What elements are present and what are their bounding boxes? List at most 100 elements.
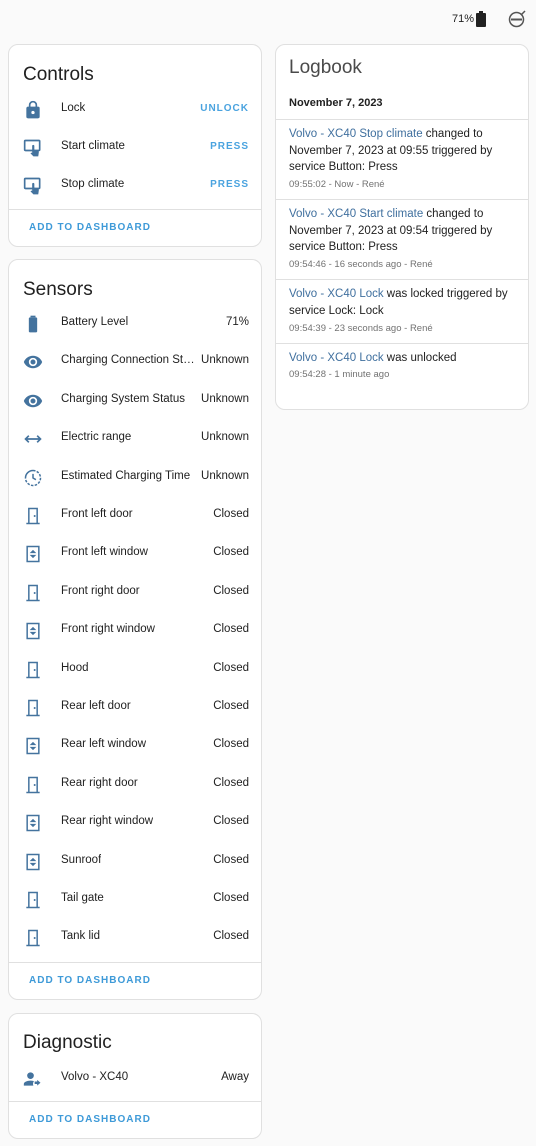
sensor-label: Sunroof [61, 853, 102, 866]
diagnostic-label: Volvo - XC40 [61, 1071, 129, 1083]
stop-climate-press-button[interactable]: PRESS [210, 179, 249, 190]
top-bar: 71% [0, 0, 536, 40]
sensor-row[interactable]: Front left door Closed [9, 497, 261, 535]
volvo-logo-icon[interactable] [508, 10, 526, 28]
add-to-dashboard-button[interactable]: ADD TO DASHBOARD [29, 1114, 151, 1125]
sensor-row[interactable]: Front left window Closed [9, 535, 261, 573]
sensor-value: Unknown [201, 354, 249, 367]
window-icon [23, 544, 43, 564]
sensor-label: Tank lid [61, 930, 100, 943]
logbook-entry-text: Volvo - XC40 Lock was unlocked [289, 350, 514, 367]
diagnostic-row-device-tracker[interactable]: Volvo - XC40 Away [9, 1060, 261, 1098]
sensor-value: 71% [225, 316, 249, 328]
sensors-title: Sensors [23, 279, 93, 300]
sensor-value: Unknown [201, 392, 249, 405]
logbook-entry: Volvo - XC40 Start climate changed to No… [276, 199, 528, 279]
sensor-label: Front left window [61, 546, 148, 559]
sensor-value: Closed [213, 815, 249, 828]
clock-icon [23, 468, 43, 488]
start-climate-press-button[interactable]: PRESS [210, 141, 249, 152]
sensor-row[interactable]: Rear left door Closed [9, 689, 261, 727]
unlock-button[interactable]: UNLOCK [200, 103, 249, 114]
sensor-value: Unknown [201, 469, 249, 482]
control-label: Start climate [61, 140, 125, 152]
logbook-card: Logbook November 7, 2023 Volvo - XC40 St… [275, 44, 529, 410]
sensor-value: Closed [213, 623, 249, 636]
sensor-value: Closed [213, 930, 249, 943]
sensor-row[interactable]: Estimated Charging Time Unknown [9, 459, 261, 497]
battery-icon [476, 11, 486, 27]
sensor-label: Front right door [61, 584, 140, 597]
sensor-value: Closed [213, 546, 249, 559]
sensor-label: Tail gate [61, 892, 104, 904]
door-icon [23, 928, 43, 948]
control-row-start-climate[interactable]: Start climate PRESS [9, 129, 261, 167]
door-icon [23, 660, 43, 680]
window-icon [23, 852, 43, 872]
eye-icon [23, 391, 43, 411]
logbook-entry: Volvo - XC40 Lock was locked triggered b… [276, 279, 528, 343]
sensor-value: Closed [213, 661, 249, 674]
sensor-value: Closed [213, 700, 249, 712]
sensor-row[interactable]: Charging Connection Stat… Unknown [9, 343, 261, 381]
door-icon [23, 698, 43, 718]
controls-card: Controls Lock UNLOCK Start climate PRESS… [8, 44, 262, 247]
sensor-row[interactable]: Tail gate Closed [9, 881, 261, 919]
logbook-meta: 09:54:39 - 23 seconds ago - René [289, 323, 433, 334]
sensors-card: Sensors Battery Level 71% Charging Connect… [8, 259, 262, 1000]
door-icon [23, 890, 43, 910]
logbook-date: November 7, 2023 [289, 97, 383, 109]
sensor-row[interactable]: Sunroof Closed [9, 843, 261, 881]
door-icon [23, 583, 43, 603]
sensor-value: Unknown [201, 431, 249, 444]
sensor-label: Front right window [61, 623, 155, 636]
sensor-value: Closed [213, 508, 249, 520]
logbook-entity-link[interactable]: Volvo - XC40 Lock [289, 288, 384, 300]
sensor-label: Rear left door [61, 700, 131, 712]
sensor-value: Closed [213, 584, 249, 597]
logbook-meta: 09:54:46 - 16 seconds ago - René [289, 259, 433, 270]
sensor-label: Rear right door [61, 776, 138, 789]
window-icon [23, 621, 43, 641]
sensor-row[interactable]: Rear right window Closed [9, 804, 261, 842]
diagnostic-value: Away [221, 1071, 249, 1083]
sensor-row[interactable]: Hood Closed [9, 651, 261, 689]
logbook-entity-link[interactable]: Volvo - XC40 Lock [289, 352, 384, 364]
window-icon [23, 736, 43, 756]
sensor-row[interactable]: Electric range Unknown [9, 420, 261, 458]
arrow-left-right-icon [23, 429, 43, 449]
battery-percentage: 71% [452, 13, 475, 25]
sensor-row[interactable]: Charging System Status Unknown [9, 382, 261, 420]
sensor-row[interactable]: Front right window Closed [9, 612, 261, 650]
control-row-lock[interactable]: Lock UNLOCK [9, 91, 261, 129]
sensor-row[interactable]: Rear left window Closed [9, 727, 261, 765]
sensor-label: Battery Level [61, 316, 129, 328]
sensor-label: Charging System Status [61, 392, 186, 405]
logbook-entity-link[interactable]: Volvo - XC40 Stop climate [289, 128, 423, 140]
logbook-message: was unlocked [383, 352, 457, 364]
lock-icon [23, 100, 43, 120]
logbook-entity-link[interactable]: Volvo - XC40 Start climate [289, 208, 423, 220]
gesture-tap-button-icon [23, 138, 43, 158]
sensor-row[interactable]: Front right door Closed [9, 574, 261, 612]
control-row-stop-climate[interactable]: Stop climate PRESS [9, 167, 261, 205]
card-divider [9, 1101, 261, 1102]
sensor-row[interactable]: Tank lid Closed [9, 919, 261, 957]
diagnostic-title: Diagnostic [23, 1032, 112, 1053]
sensor-row[interactable]: Rear right door Closed [9, 766, 261, 804]
diagnostic-card: Diagnostic Volvo - XC40 Away ADD TO DASH… [8, 1013, 262, 1139]
logbook-entry-text: Volvo - XC40 Lock was locked triggered b… [289, 286, 514, 319]
gesture-tap-button-icon [23, 176, 43, 196]
sensor-row[interactable]: Battery Level 71% [9, 305, 261, 343]
add-to-dashboard-button[interactable]: ADD TO DASHBOARD [29, 975, 151, 986]
logbook-entry-text: Volvo - XC40 Start climate changed to No… [289, 206, 514, 256]
sensor-label: Front left door [61, 508, 133, 520]
logbook-title: Logbook [289, 57, 362, 78]
window-icon [23, 813, 43, 833]
logbook-meta: 09:54:28 - 1 minute ago [289, 369, 390, 380]
add-to-dashboard-button[interactable]: ADD TO DASHBOARD [29, 222, 151, 233]
door-icon [23, 775, 43, 795]
logbook-entry: Volvo - XC40 Stop climate changed to Nov… [276, 119, 528, 199]
card-divider [9, 209, 261, 210]
controls-title: Controls [23, 64, 94, 85]
